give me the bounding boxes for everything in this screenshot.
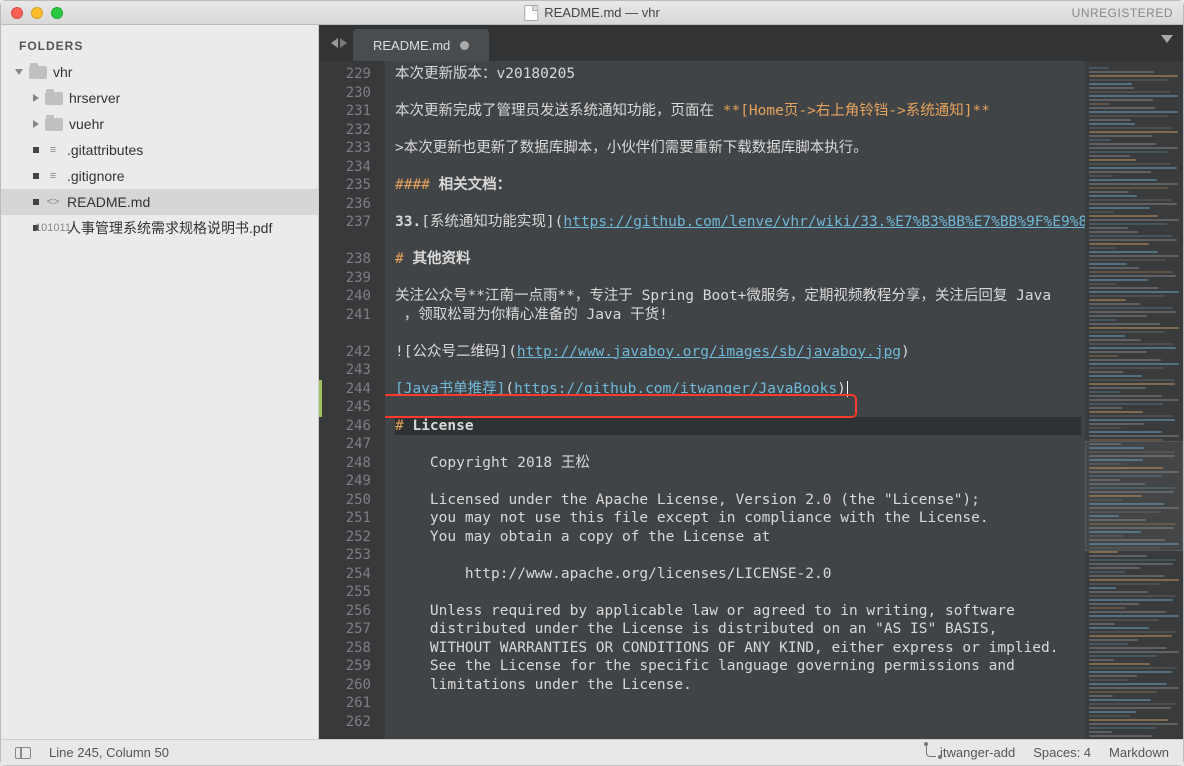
maximize-window-button[interactable] — [51, 7, 63, 19]
folder-icon — [29, 66, 47, 79]
file-item-6[interactable]: 101011 人事管理系统需求规格说明书.pdf — [1, 215, 318, 241]
file-icon: 101011 — [45, 221, 61, 235]
tree-item-label: hrserver — [69, 90, 120, 106]
window-title-text: README.md — vhr — [544, 5, 660, 20]
tab-dirty-dot-icon — [460, 41, 469, 50]
file-icon: ≡ — [45, 169, 61, 183]
unregistered-label: UNREGISTERED — [1072, 6, 1173, 20]
folders-header: FOLDERS — [1, 35, 318, 59]
tab-nav-arrows — [325, 25, 353, 61]
tab-label: README.md — [373, 38, 450, 53]
disclosure-icon — [33, 173, 39, 179]
folder-icon — [45, 92, 63, 105]
minimap[interactable] — [1085, 61, 1183, 739]
folder-item-vhr[interactable]: vhr — [1, 59, 318, 85]
window-title: README.md — vhr — [524, 5, 660, 21]
status-branch[interactable]: itwanger-add — [926, 745, 1015, 760]
close-window-button[interactable] — [11, 7, 23, 19]
editor-pane: README.md 229230231232233234235236237 23… — [319, 25, 1183, 739]
folder-item-vuehr[interactable]: vuehr — [1, 111, 318, 137]
status-bar: Line 245, Column 50 itwanger-add Spaces:… — [1, 739, 1183, 765]
tree-item-label: vuehr — [69, 116, 104, 132]
git-branch-icon — [926, 745, 936, 757]
tab-readme[interactable]: README.md — [353, 29, 489, 61]
document-icon — [524, 5, 538, 21]
file-item-5[interactable]: <> README.md — [1, 189, 318, 215]
window-controls — [11, 7, 63, 19]
minimize-window-button[interactable] — [31, 7, 43, 19]
prev-tab-icon[interactable] — [331, 38, 338, 48]
status-spaces[interactable]: Spaces: 4 — [1033, 745, 1091, 760]
file-icon: <> — [45, 195, 61, 209]
disclosure-icon — [33, 120, 39, 128]
disclosure-icon — [15, 69, 23, 75]
folder-icon — [45, 118, 63, 131]
file-item-3[interactable]: ≡ .gitattributes — [1, 137, 318, 163]
status-position[interactable]: Line 245, Column 50 — [49, 745, 169, 760]
next-tab-icon[interactable] — [340, 38, 347, 48]
disclosure-icon — [33, 94, 39, 102]
sidebar: FOLDERS vhrhrservervuehr≡.gitattributes≡… — [1, 25, 319, 739]
panel-toggle-icon[interactable] — [15, 747, 31, 759]
disclosure-icon — [33, 199, 39, 205]
code-area[interactable]: 本次更新版本：v20180205 本次更新完成了管理员发送系统通知功能，页面在 … — [385, 61, 1085, 739]
highlight-annotation — [385, 394, 857, 418]
tab-bar: README.md — [319, 25, 1183, 61]
status-syntax[interactable]: Markdown — [1109, 745, 1169, 760]
file-item-4[interactable]: ≡ .gitignore — [1, 163, 318, 189]
line-number-gutter[interactable]: 229230231232233234235236237 238239240241… — [319, 61, 385, 739]
file-icon: ≡ — [45, 143, 61, 157]
tree-item-label: README.md — [67, 194, 150, 210]
folder-item-hrserver[interactable]: hrserver — [1, 85, 318, 111]
tree-item-label: .gitignore — [67, 168, 125, 184]
folder-tree: vhr hrserver vuehr ≡ .gitattributes ≡ .gitigno… — [1, 59, 318, 241]
disclosure-icon — [33, 147, 39, 153]
titlebar: README.md — vhr UNREGISTERED — [1, 1, 1183, 25]
tab-overflow-icon[interactable] — [1161, 35, 1173, 43]
tree-item-label: 人事管理系统需求规格说明书.pdf — [67, 218, 272, 238]
tree-item-label: vhr — [53, 64, 72, 80]
tree-item-label: .gitattributes — [67, 142, 143, 158]
